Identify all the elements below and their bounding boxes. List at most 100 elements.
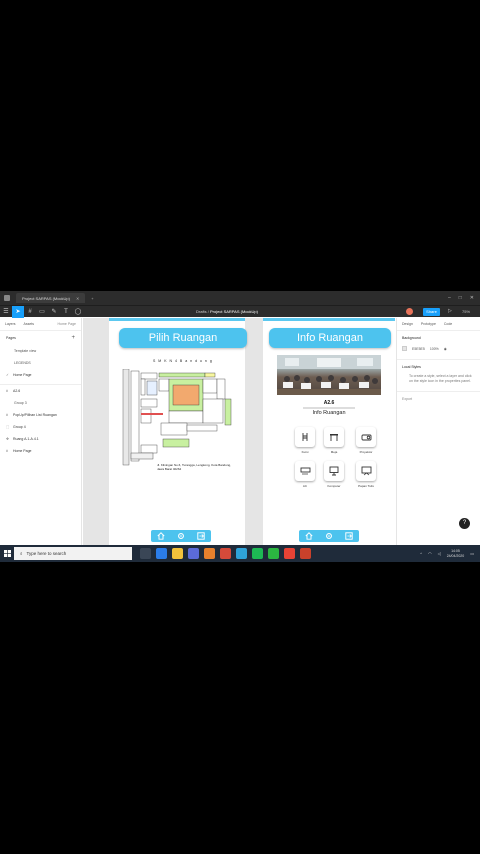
background-hex[interactable]: E5E5E5 (412, 347, 425, 351)
telegram-icon[interactable] (236, 548, 247, 559)
frame-pilih-ruangan[interactable]: Pilih Ruangan S M K N 4 B a n d u n g Jl… (109, 318, 247, 550)
breadcrumb-drafts[interactable]: Drafts (196, 309, 207, 314)
network-icon[interactable]: ◠ (428, 551, 432, 556)
floorplan-marker (141, 413, 163, 415)
comment-tool-icon[interactable]: ◯ (72, 306, 84, 318)
layer-item[interactable]: # PopUp/Pilihan List Ruangan (0, 409, 81, 421)
volume-icon[interactable]: ◁ (438, 551, 441, 556)
room-divider (303, 407, 355, 409)
text-tool-icon[interactable]: T (60, 306, 72, 318)
design-canvas[interactable]: Pilih Ruangan S M K N 4 B a n d u n g Jl… (83, 318, 395, 550)
spotify-icon[interactable] (252, 548, 263, 559)
minimize-icon[interactable]: – (448, 295, 451, 301)
floorplan-block (204, 372, 216, 378)
floorplan-block (158, 372, 206, 378)
visibility-eye-icon[interactable]: ◉ (444, 347, 447, 351)
whatsapp-icon[interactable] (268, 548, 279, 559)
layer-label: Group 4 (13, 425, 26, 429)
facility-proyektor[interactable]: Proyektor (355, 427, 377, 454)
close-window-icon[interactable]: ✕ (470, 295, 474, 301)
page-item[interactable]: LEGENDS (0, 357, 81, 369)
facility-komputer[interactable]: Komputer (323, 461, 345, 488)
file-breadcrumb[interactable]: Drafts / Project SARPAS (MockUp) (196, 309, 258, 314)
help-button[interactable]: ? (459, 518, 470, 529)
layer-item[interactable]: ✥ Ruang A.1-A.4.1 (0, 433, 81, 445)
background-opacity[interactable]: 100% (430, 347, 439, 351)
color-swatch[interactable] (402, 346, 407, 351)
layer-item[interactable]: # A2.6 (0, 384, 81, 397)
menu-icon[interactable]: ☰ (0, 306, 12, 318)
tab-design[interactable]: Design (402, 322, 413, 326)
facility-ac[interactable]: AC (294, 461, 316, 488)
school-name: S M K N 4 B a n d u n g (153, 359, 213, 363)
home-icon[interactable] (155, 531, 167, 541)
breadcrumb-project[interactable]: Project SARPAS (MockUp) (210, 309, 258, 314)
task-view-icon[interactable] (140, 548, 151, 559)
facility-meja[interactable]: Meja (323, 427, 345, 454)
group-icon: ⬚ (6, 425, 10, 429)
clock[interactable]: 14:05 24/04/2020 (447, 549, 465, 559)
page-selector[interactable]: Home Page (58, 322, 76, 326)
layer-item[interactable]: ⬚ Group 4 (0, 421, 81, 433)
frame-info-ruangan[interactable]: Info Ruangan A2.6 Info Ruangan Kursi Mej… (263, 318, 395, 550)
background-fill-row[interactable]: E5E5E5 100% ◉ (397, 342, 480, 355)
tab-code[interactable]: Code (444, 322, 452, 326)
page-item[interactable]: Template view (0, 345, 81, 357)
settings-icon[interactable] (323, 531, 335, 541)
floorplan-block (158, 378, 170, 392)
tab-layers[interactable]: Layers (5, 322, 16, 326)
figma-taskbar-icon[interactable] (300, 548, 311, 559)
file-explorer-icon[interactable] (172, 548, 183, 559)
windows-start-icon[interactable] (0, 545, 14, 562)
zoom-level[interactable]: 75% (462, 309, 470, 314)
add-page-icon[interactable]: + (71, 335, 75, 341)
taskbar-apps (140, 548, 311, 559)
layers-panel: Layers Assets Home Page Pages + Template… (0, 318, 82, 550)
document-tab[interactable]: Project SARPAS (MockUp) ✕ (16, 293, 86, 303)
user-avatar[interactable] (406, 308, 413, 315)
layer-item[interactable]: # Home Page (0, 445, 81, 457)
facility-papan-tulis[interactable]: Papan Tulis (355, 461, 377, 488)
shape-tool-icon[interactable]: ▭ (36, 306, 48, 318)
logout-icon[interactable] (343, 531, 355, 541)
left-panel-tabs: Layers Assets Home Page (0, 318, 81, 331)
page-item-active[interactable]: ✓ Home Page (0, 369, 81, 381)
system-tray: ^ ◠ ◁ 14:05 24/04/2020 ▭ (420, 549, 474, 559)
facility-kursi[interactable]: Kursi (294, 427, 316, 454)
present-play-icon[interactable]: ▷ (448, 308, 452, 314)
move-tool-icon[interactable]: ➤ (12, 305, 24, 318)
tab-prototype[interactable]: Prototype (421, 322, 436, 326)
chrome-icon[interactable] (284, 548, 295, 559)
tab-assets[interactable]: Assets (24, 322, 35, 326)
toolbar: ☰ ➤ # ▭ ✎ T ◯ Drafts / Project SARPAS (M… (0, 305, 480, 318)
office-icon[interactable] (204, 548, 215, 559)
tray-chevron-icon[interactable]: ^ (420, 551, 422, 556)
export-section-title[interactable]: Export (397, 391, 480, 403)
floorplan-block (162, 438, 190, 448)
table-icon (324, 427, 344, 447)
school-address: Jl. Kliningan No.6, Turangga, Lengkong, … (157, 463, 232, 471)
local-styles-title: Local Styles (397, 359, 480, 371)
room-code: A2.6 (323, 400, 335, 406)
close-tab-icon[interactable]: ✕ (76, 296, 79, 301)
pages-header: Pages + (0, 331, 81, 345)
new-tab-icon[interactable]: + (91, 296, 93, 301)
store-icon[interactable] (188, 548, 199, 559)
school-floorplan[interactable] (121, 369, 239, 469)
edge-icon[interactable] (156, 548, 167, 559)
notifications-icon[interactable]: ▭ (470, 551, 474, 556)
layer-item[interactable]: Group 3 (0, 397, 81, 409)
pages-label: Pages (6, 336, 16, 340)
floorplan-courtyard (172, 384, 200, 406)
settings-icon[interactable] (175, 531, 187, 541)
maximize-icon[interactable]: □ (459, 295, 462, 301)
home-icon[interactable] (303, 531, 315, 541)
pen-tool-icon[interactable]: ✎ (48, 306, 60, 318)
logout-icon[interactable] (195, 531, 207, 541)
taskbar-search-placeholder: Type here to search (26, 551, 67, 556)
taskbar-search[interactable]: ⌕ Type here to search (14, 547, 132, 560)
share-button[interactable]: Share (423, 308, 440, 316)
frame-tool-icon[interactable]: # (24, 306, 36, 318)
background-section-title: Background (402, 336, 421, 340)
powerpoint-icon[interactable] (220, 548, 231, 559)
